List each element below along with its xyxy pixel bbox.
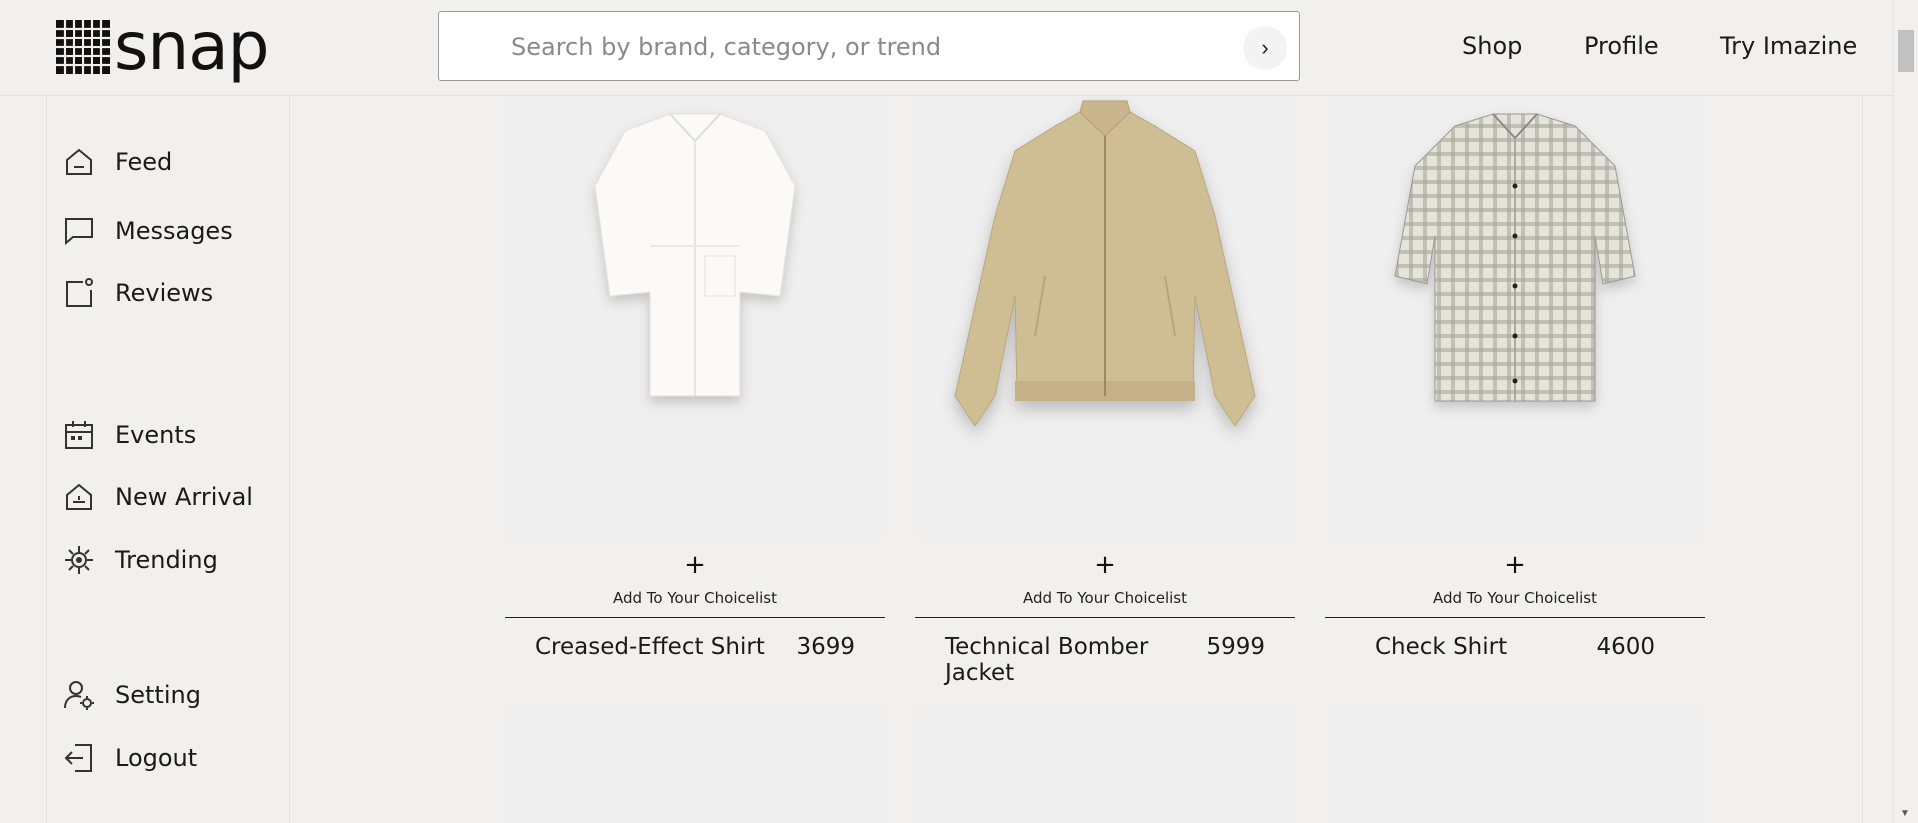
product-name[interactable]: Check Shirt: [1375, 634, 1507, 660]
product-price: 4600: [1596, 634, 1655, 660]
product-image-next-row[interactable]: [915, 706, 1295, 823]
product-image-next-row[interactable]: [505, 706, 885, 823]
divider: [915, 617, 1295, 618]
product-name[interactable]: Technical Bomber Jacket: [945, 634, 1206, 686]
sidebar-item-label: Events: [115, 421, 197, 449]
trending-icon: [65, 546, 93, 574]
add-to-choicelist-label: Add To Your Choicelist: [1023, 589, 1187, 607]
product-image-shirt[interactable]: [505, 96, 885, 541]
content-divider: [1862, 96, 1863, 823]
scrollbar-thumb[interactable]: [1898, 30, 1914, 72]
sidebar-item-label: Feed: [115, 148, 173, 176]
plus-icon: +: [684, 550, 706, 580]
top-header: snap › Shop Profile Try Imazine: [0, 0, 1894, 96]
sidebar-item-new-arrival[interactable]: New Arrival: [63, 481, 253, 513]
divider: [505, 617, 885, 618]
product-image-check-shirt[interactable]: [1325, 96, 1705, 541]
sidebar-item-label: Setting: [115, 681, 201, 709]
add-to-choicelist-button[interactable]: + Add To Your Choicelist: [1325, 551, 1705, 607]
product-price: 5999: [1206, 634, 1265, 660]
add-to-choicelist-button[interactable]: + Add To Your Choicelist: [505, 551, 885, 607]
reviews-icon: [66, 278, 93, 307]
sidebar-item-label: Reviews: [115, 279, 214, 307]
product-image-jacket[interactable]: [915, 96, 1295, 541]
product-card[interactable]: + Add To Your Choicelist Check Shirt 460…: [1325, 96, 1705, 660]
sidebar-item-label: Messages: [115, 217, 233, 245]
product-name[interactable]: Creased-Effect Shirt: [535, 634, 765, 660]
sidebar-item-label: New Arrival: [115, 483, 253, 511]
divider: [1325, 617, 1705, 618]
add-to-choicelist-button[interactable]: + Add To Your Choicelist: [915, 551, 1295, 607]
add-to-choicelist-label: Add To Your Choicelist: [613, 589, 777, 607]
search-bar: ›: [438, 11, 1300, 82]
nav-shop[interactable]: Shop: [1462, 32, 1522, 60]
sidebar-item-reviews[interactable]: Reviews: [63, 277, 213, 309]
product-card[interactable]: + Add To Your Choicelist Technical Bombe…: [915, 96, 1295, 686]
sidebar-item-trending[interactable]: Trending: [63, 544, 218, 576]
scroll-down-arrow-icon[interactable]: ▼: [1900, 808, 1910, 819]
calendar-icon: [65, 421, 93, 449]
search-input[interactable]: [509, 12, 1213, 82]
search-submit-button[interactable]: ›: [1243, 26, 1287, 70]
sidebar-item-label: Trending: [115, 546, 218, 574]
nav-try-imazine[interactable]: Try Imazine: [1720, 32, 1857, 60]
plus-icon: +: [1094, 550, 1116, 580]
brand-name: snap: [114, 8, 270, 85]
logo-weave-icon: [56, 20, 110, 74]
sidebar-item-messages[interactable]: Messages: [63, 215, 233, 247]
sidebar: Feed Messages Reviews Events New Arrival: [46, 96, 290, 823]
page-scrollbar[interactable]: ▼: [1893, 0, 1918, 823]
product-price: 3699: [796, 634, 855, 660]
sidebar-item-events[interactable]: Events: [63, 419, 196, 451]
add-to-choicelist-label: Add To Your Choicelist: [1433, 589, 1597, 607]
sidebar-item-logout[interactable]: Logout: [63, 742, 197, 774]
brand-logo[interactable]: snap: [56, 8, 270, 85]
nav-profile[interactable]: Profile: [1584, 32, 1659, 60]
product-card[interactable]: + Add To Your Choicelist Creased-Effect …: [505, 96, 885, 660]
bag-icon: [66, 483, 92, 510]
chevron-right-icon: ›: [1261, 35, 1269, 60]
logout-icon: [64, 744, 92, 772]
sidebar-item-label: Logout: [115, 744, 198, 772]
user-settings-icon: [64, 681, 94, 710]
home-icon: [66, 148, 92, 175]
sidebar-item-setting[interactable]: Setting: [63, 679, 201, 711]
plus-icon: +: [1504, 550, 1526, 580]
product-image-next-row[interactable]: [1325, 706, 1705, 823]
message-icon: [65, 218, 93, 246]
sidebar-item-feed[interactable]: Feed: [63, 146, 172, 178]
